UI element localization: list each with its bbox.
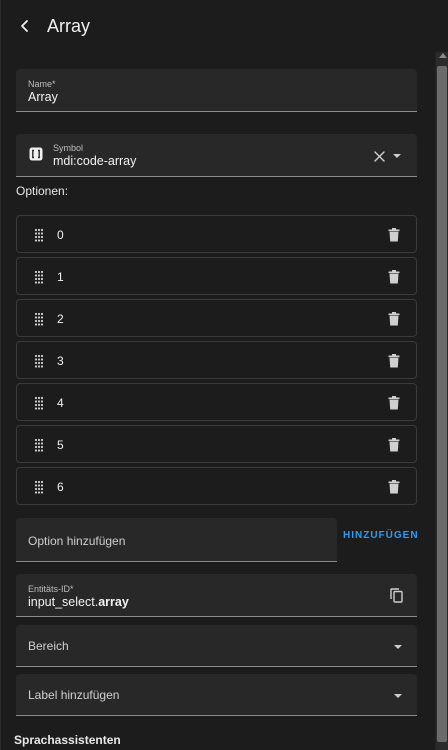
chevron-down-icon	[394, 645, 402, 649]
trash-icon	[388, 396, 400, 410]
delete-option-button[interactable]	[384, 225, 404, 245]
scrollbar-thumb[interactable]	[437, 66, 447, 742]
area-select-label: Bereich	[28, 639, 69, 653]
add-option-button[interactable]: HINZUFÜGEN	[343, 530, 419, 550]
option-row: 0	[16, 215, 417, 253]
symbol-field-value: mdi:code-array	[53, 154, 137, 168]
entity-id-prefix: input_select.	[28, 595, 99, 609]
option-label: 5	[57, 438, 64, 452]
entity-settings-dialog: Array Name* Array Symbol mdi:code-array	[0, 0, 448, 750]
entity-id-value: input_select.array	[28, 595, 129, 609]
code-array-icon	[29, 147, 43, 161]
chevron-down-icon	[394, 694, 402, 698]
drag-handle-icon[interactable]	[33, 438, 45, 452]
trash-icon	[388, 438, 400, 452]
copy-icon	[389, 587, 403, 603]
drag-handle-icon[interactable]	[33, 354, 45, 368]
drag-handle-icon[interactable]	[33, 396, 45, 410]
delete-option-button[interactable]	[384, 267, 404, 287]
add-option-field[interactable]	[16, 518, 337, 562]
name-field-label: Name*	[28, 79, 56, 89]
delete-option-button[interactable]	[384, 351, 404, 371]
option-row: 2	[16, 299, 417, 337]
arrow-left-icon	[21, 20, 28, 32]
drag-handle-icon[interactable]	[33, 312, 45, 326]
label-select[interactable]: Label hinzufügen	[16, 674, 417, 716]
option-row: 6	[16, 467, 417, 505]
entity-id-field[interactable]: Entitäts-ID* input_select.array	[16, 574, 417, 617]
back-button[interactable]	[1, 0, 49, 52]
delete-option-button[interactable]	[384, 477, 404, 497]
copy-entity-id-button[interactable]	[388, 587, 404, 603]
close-icon	[373, 150, 385, 162]
delete-option-button[interactable]	[384, 393, 404, 413]
dialog-header: Array	[1, 0, 448, 52]
chevron-down-icon[interactable]	[393, 154, 401, 158]
entity-id-suffix: array	[98, 595, 129, 609]
trash-icon	[388, 228, 400, 242]
delete-option-button[interactable]	[384, 309, 404, 329]
label-select-label: Label hinzufügen	[28, 688, 120, 702]
name-field-value: Array	[28, 90, 58, 104]
area-select[interactable]: Bereich	[16, 625, 417, 667]
option-label: 1	[57, 270, 64, 284]
trash-icon	[388, 354, 400, 368]
option-label: 2	[57, 312, 64, 326]
voice-assistants-title: Sprachassistenten	[14, 733, 121, 747]
option-label: 4	[57, 396, 64, 410]
symbol-field-label: Symbol	[53, 143, 84, 153]
entity-id-label: Entitäts-ID*	[28, 584, 74, 594]
name-field[interactable]: Name* Array	[16, 69, 417, 112]
add-option-input[interactable]	[28, 532, 318, 550]
trash-icon	[388, 312, 400, 326]
option-row: 1	[16, 257, 417, 295]
options-title: Optionen:	[16, 184, 69, 198]
page-title: Array	[47, 15, 91, 36]
trash-icon	[388, 480, 400, 494]
delete-option-button[interactable]	[384, 435, 404, 455]
option-label: 3	[57, 354, 64, 368]
option-label: 6	[57, 480, 64, 494]
scrollbar-up-arrow[interactable]	[439, 53, 447, 58]
trash-icon	[388, 270, 400, 284]
option-row: 3	[16, 341, 417, 379]
drag-handle-icon[interactable]	[33, 480, 45, 494]
drag-handle-icon[interactable]	[33, 270, 45, 284]
drag-handle-icon[interactable]	[33, 228, 45, 242]
option-row: 4	[16, 383, 417, 421]
option-row: 5	[16, 425, 417, 463]
option-label: 0	[57, 228, 64, 242]
symbol-field[interactable]: Symbol mdi:code-array	[16, 134, 417, 177]
clear-symbol-button[interactable]	[371, 148, 387, 164]
